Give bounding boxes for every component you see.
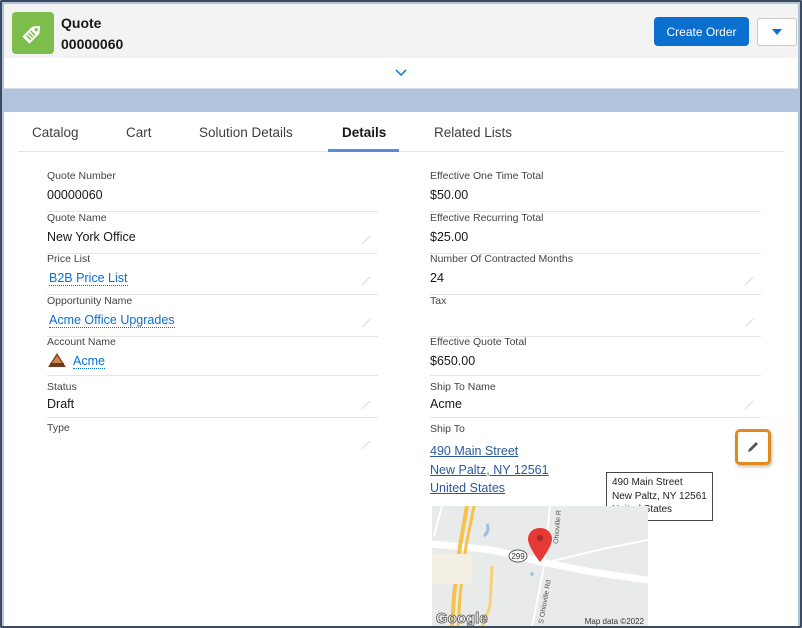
active-tab-indicator <box>328 149 399 152</box>
ship-to-city-link[interactable]: New Paltz, NY 12561 <box>430 461 549 480</box>
record-title: Quote 00000060 <box>61 14 123 54</box>
object-label: Quote <box>61 15 102 31</box>
field-value: $650.00 <box>430 354 476 368</box>
tab-related-lists[interactable]: Related Lists <box>434 125 512 140</box>
tab-cart[interactable]: Cart <box>126 125 152 140</box>
map-attribution: Map data ©2022 <box>585 617 645 626</box>
field-label: Account Name <box>47 336 116 348</box>
record-name: 00000060 <box>61 36 124 52</box>
field-effective-recurring-total: Effective Recurring Total $25.00 <box>430 212 761 254</box>
field-label: Ship To Name <box>430 381 496 393</box>
edit-pencil-icon[interactable] <box>360 234 372 246</box>
field-label: Status <box>47 381 77 393</box>
field-label: Effective Recurring Total <box>430 212 544 224</box>
tab-solution-details[interactable]: Solution Details <box>199 125 293 140</box>
field-label: Effective Quote Total <box>430 336 527 348</box>
field-ship-to-name: Ship To Name Acme <box>430 381 761 418</box>
map-canvas[interactable]: 299 S Ohioville Rd Ohioville R Google Ma… <box>432 506 648 628</box>
field-effective-quote-total: Effective Quote Total $650.00 <box>430 336 761 376</box>
field-value: 24 <box>430 271 444 285</box>
field-label: Number Of Contracted Months <box>430 253 573 265</box>
field-contracted-months: Number Of Contracted Months 24 <box>430 253 761 295</box>
tab-details[interactable]: Details <box>342 125 386 140</box>
field-status: Status Draft <box>47 381 378 418</box>
field-ship-to: Ship To 490 Main Street New Paltz, NY 12… <box>430 423 549 498</box>
field-value: Draft <box>47 397 75 411</box>
field-tax: Tax <box>430 295 761 337</box>
account-link[interactable]: Acme <box>73 354 105 369</box>
field-value: Acme <box>430 397 462 411</box>
field-label: Tax <box>430 295 447 307</box>
caret-down-icon <box>772 29 782 35</box>
field-opportunity-name: Opportunity Name Acme Office Upgrades <box>47 295 378 337</box>
tooltip-line: 490 Main Street <box>612 477 683 488</box>
price-tag-icon <box>12 12 54 54</box>
field-value: New York Office <box>47 230 136 244</box>
more-actions-button[interactable] <box>757 18 797 46</box>
edit-pencil-icon <box>748 442 758 452</box>
edit-pencil-icon[interactable] <box>360 275 372 287</box>
edit-pencil-icon[interactable] <box>360 317 372 329</box>
opportunity-link[interactable]: Acme Office Upgrades <box>49 313 175 328</box>
ship-to-map[interactable]: 299 S Ohioville Rd Ohioville R Google Ma… <box>432 506 648 628</box>
field-quote-name: Quote Name New York Office <box>47 212 378 254</box>
field-label: Opportunity Name <box>47 295 133 307</box>
field-value: $50.00 <box>430 188 469 202</box>
field-value: 00000060 <box>47 188 103 202</box>
account-logo-icon <box>48 353 66 367</box>
field-label: Price List <box>47 253 91 265</box>
field-price-list: Price List B2B Price List <box>47 253 378 295</box>
edit-ship-to-button[interactable] <box>735 429 771 465</box>
field-label: Quote Number <box>47 170 116 182</box>
edit-pencil-icon[interactable] <box>360 439 372 451</box>
tab-bar: Catalog Cart Solution Details Details Re… <box>18 112 784 152</box>
price-list-link[interactable]: B2B Price List <box>49 271 128 286</box>
route-shield-label: 299 <box>511 552 525 561</box>
edit-pencil-icon[interactable] <box>360 399 372 411</box>
field-account-name: Account Name Acme <box>47 336 378 376</box>
edit-pencil-icon[interactable] <box>743 317 755 329</box>
tab-catalog[interactable]: Catalog <box>32 125 79 140</box>
ship-to-country-link[interactable]: United States <box>430 479 549 498</box>
google-logo: Google <box>436 610 488 627</box>
field-quote-number: Quote Number 00000060 <box>47 170 378 212</box>
create-order-button[interactable]: Create Order <box>654 17 749 46</box>
field-label: Effective One Time Total <box>430 170 544 182</box>
field-value: $25.00 <box>430 230 469 244</box>
edit-pencil-icon[interactable] <box>743 399 755 411</box>
field-effective-one-time-total: Effective One Time Total $50.00 <box>430 170 761 212</box>
app-window: Quote 00000060 Create Order Catalog Cart… <box>0 0 802 628</box>
tooltip-line: New Paltz, NY 12561 <box>612 490 707 502</box>
field-type: Type <box>47 422 378 464</box>
field-label: Ship To <box>430 423 465 435</box>
field-label: Type <box>47 422 70 434</box>
edit-pencil-icon[interactable] <box>743 275 755 287</box>
highlights-expand-bar[interactable] <box>4 58 798 89</box>
field-label: Quote Name <box>47 212 107 224</box>
ship-to-street-link[interactable]: 490 Main Street <box>430 442 549 461</box>
chevron-down-icon[interactable] <box>395 69 407 77</box>
